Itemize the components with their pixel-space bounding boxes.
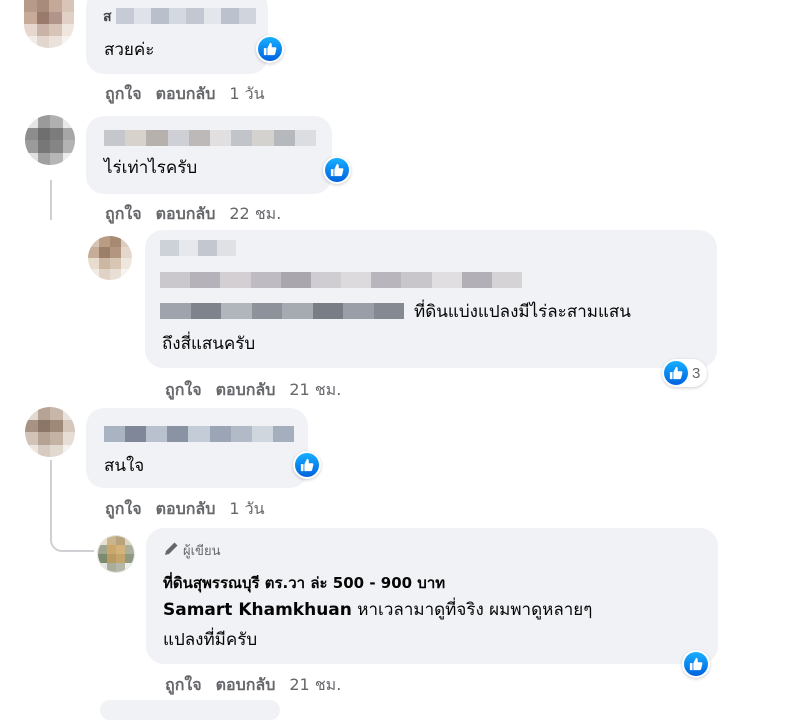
timestamp[interactable]: 1 วัน bbox=[229, 497, 264, 522]
reaction-summary[interactable] bbox=[293, 451, 321, 479]
mention-link[interactable]: Samart Khamkhuan bbox=[163, 600, 352, 620]
commenter-name-blurred[interactable] bbox=[116, 8, 256, 24]
thumbs-up-icon bbox=[325, 158, 349, 182]
author-badge-label: ผู้เขียน bbox=[183, 544, 221, 559]
commenter-name[interactable]: ส bbox=[103, 6, 112, 28]
comment-text: สนใจ bbox=[104, 456, 145, 476]
mentioned-name-blurred[interactable] bbox=[160, 303, 404, 319]
thread-line bbox=[50, 180, 52, 220]
reply-button[interactable]: ตอบกลับ bbox=[216, 378, 276, 403]
comment-actions: ถูกใจ ตอบกลับ 21 ชม. bbox=[165, 673, 341, 698]
like-button[interactable]: ถูกใจ bbox=[105, 497, 142, 522]
commenter-name-blurred[interactable] bbox=[104, 130, 317, 146]
thumbs-up-icon bbox=[664, 361, 688, 385]
avatar[interactable] bbox=[88, 236, 132, 280]
like-button[interactable]: ถูกใจ bbox=[105, 82, 142, 107]
next-comment-bubble bbox=[100, 700, 280, 720]
comment-text: ที่ดินแบ่งแปลงมีไร่ละสามแสน bbox=[414, 302, 631, 322]
commenter-name-blurred[interactable] bbox=[160, 240, 236, 256]
reply-button[interactable]: ตอบกลับ bbox=[156, 202, 216, 227]
reaction-summary[interactable] bbox=[256, 35, 284, 63]
thumbs-up-icon bbox=[295, 453, 319, 477]
comment-text-line1: หาเวลามาดูที่จริง ผมพาดูหลายๆ bbox=[357, 600, 593, 620]
like-button[interactable]: ถูกใจ bbox=[165, 673, 202, 698]
avatar[interactable] bbox=[25, 407, 75, 457]
timestamp[interactable]: 1 วัน bbox=[229, 82, 264, 107]
avatar[interactable] bbox=[24, 0, 74, 48]
reaction-summary[interactable] bbox=[323, 156, 351, 184]
reaction-count: 3 bbox=[692, 364, 701, 382]
timestamp[interactable]: 22 ชม. bbox=[229, 202, 281, 227]
reply-button[interactable]: ตอบกลับ bbox=[156, 82, 216, 107]
comment-text: ไร่เท่าไรครับ bbox=[104, 158, 198, 178]
author-name[interactable]: ที่ดินสุพรรณบุรี ตร.วา ล่ะ 500 - 900 บาท bbox=[163, 571, 445, 595]
thumbs-up-icon bbox=[684, 652, 708, 676]
reply-button[interactable]: ตอบกลับ bbox=[156, 497, 216, 522]
avatar[interactable] bbox=[25, 115, 75, 165]
comment-actions: ถูกใจ ตอบกลับ 1 วัน bbox=[105, 497, 265, 522]
author-badge: ผู้เขียน bbox=[163, 540, 220, 561]
like-button[interactable]: ถูกใจ bbox=[105, 202, 142, 227]
reaction-summary[interactable] bbox=[682, 650, 710, 678]
comment-bubble bbox=[86, 116, 332, 194]
author-avatar[interactable] bbox=[97, 535, 135, 573]
like-button[interactable]: ถูกใจ bbox=[165, 378, 202, 403]
reaction-summary[interactable]: 3 bbox=[662, 359, 708, 387]
comment-actions: ถูกใจ ตอบกลับ 1 วัน bbox=[105, 82, 265, 107]
comment-text-line2: ถึงสี่แสนครับ bbox=[162, 334, 256, 354]
reply-button[interactable]: ตอบกลับ bbox=[216, 673, 276, 698]
comment-text-line2: แปลงที่มีครับ bbox=[163, 630, 258, 650]
comment-actions: ถูกใจ ตอบกลับ 22 ชม. bbox=[105, 202, 281, 227]
timestamp[interactable]: 21 ชม. bbox=[289, 378, 341, 403]
comment-text: Samart Khamkhuan หาเวลามาดูที่จริง ผมพาด… bbox=[163, 598, 592, 623]
comment-actions: ถูกใจ ตอบกลับ 21 ชม. bbox=[165, 378, 341, 403]
thumbs-up-icon bbox=[258, 37, 282, 61]
timestamp[interactable]: 21 ชม. bbox=[289, 673, 341, 698]
comment-text: สวยค่ะ bbox=[104, 40, 155, 60]
commenter-name-blurred[interactable] bbox=[160, 272, 523, 288]
commenter-name-blurred[interactable] bbox=[104, 426, 294, 442]
pencil-icon bbox=[163, 541, 179, 561]
